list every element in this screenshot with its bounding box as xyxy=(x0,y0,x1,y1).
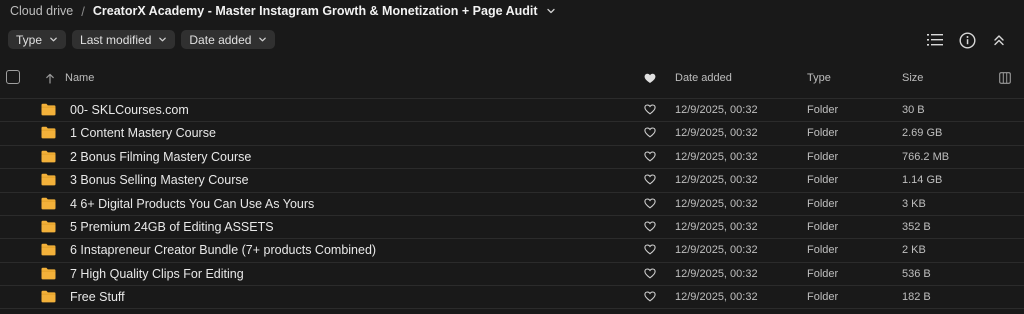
column-header-type[interactable]: Type xyxy=(807,66,831,90)
row-name[interactable]: 2 Bonus Filming Mastery Course xyxy=(70,146,251,168)
breadcrumb: Cloud drive / CreatorX Academy - Master … xyxy=(10,3,556,19)
row-name[interactable]: 7 High Quality Clips For Editing xyxy=(70,263,244,285)
row-type: Folder xyxy=(807,220,839,233)
row-date-added: 12/9/2025, 00:32 xyxy=(675,104,758,116)
row-size: 2 KB xyxy=(902,244,926,257)
table-row[interactable]: 3 Bonus Selling Mastery Course 12/9/2025… xyxy=(0,168,1024,191)
table-row[interactable]: 2 Bonus Filming Mastery Course 12/9/2025… xyxy=(0,144,1024,168)
breadcrumb-current-folder[interactable]: CreatorX Academy - Master Instagram Grow… xyxy=(93,4,538,18)
chevron-down-icon[interactable] xyxy=(546,6,556,16)
row-date-added: 12/9/2025, 00:32 xyxy=(675,244,758,257)
heart-outline-icon[interactable] xyxy=(644,268,656,279)
view-toolbar xyxy=(926,31,1008,49)
row-type: Folder xyxy=(807,267,839,280)
filter-type[interactable]: Type xyxy=(8,30,67,49)
row-name[interactable]: 4 6+ Digital Products You Can Use As You… xyxy=(70,193,314,215)
file-list: 00- SKLCourses.com 12/9/2025, 00:32 Fold… xyxy=(0,98,1024,309)
list-view-icon[interactable] xyxy=(926,31,944,49)
row-date-added: 12/9/2025, 00:32 xyxy=(675,174,758,187)
folder-icon xyxy=(41,197,56,209)
folder-icon xyxy=(41,173,56,186)
row-type: Folder xyxy=(807,197,839,210)
chevron-down-icon xyxy=(49,35,58,44)
row-type: Folder xyxy=(807,291,839,304)
folder-icon xyxy=(41,220,56,233)
row-size: 536 B xyxy=(902,267,931,280)
filter-date-added[interactable]: Date added xyxy=(181,30,276,49)
folder-icon xyxy=(41,103,56,116)
row-type: Folder xyxy=(807,244,839,257)
folder-icon xyxy=(41,150,56,163)
heart-outline-icon[interactable] xyxy=(644,151,656,162)
sort-arrow-up-icon[interactable] xyxy=(45,66,55,90)
row-name[interactable]: 5 Premium 24GB of Editing ASSETS xyxy=(70,216,274,238)
row-date-added: 12/9/2025, 00:32 xyxy=(675,127,758,140)
folder-icon xyxy=(41,127,56,139)
heart-filled-icon[interactable] xyxy=(644,66,656,90)
row-size: 352 B xyxy=(902,220,931,233)
row-type: Folder xyxy=(807,104,839,116)
row-name[interactable]: 3 Bonus Selling Mastery Course xyxy=(70,169,249,191)
columns-icon[interactable] xyxy=(999,66,1011,90)
row-name[interactable]: 00- SKLCourses.com xyxy=(70,99,189,121)
breadcrumb-root[interactable]: Cloud drive xyxy=(10,4,73,18)
filter-bar: Type Last modified Date added xyxy=(8,30,276,49)
table-row[interactable]: 00- SKLCourses.com 12/9/2025, 00:32 Fold… xyxy=(0,98,1024,121)
row-size: 3 KB xyxy=(902,197,926,210)
heart-outline-icon[interactable] xyxy=(644,104,656,115)
chevron-down-icon xyxy=(158,35,167,44)
table-row[interactable]: 5 Premium 24GB of Editing ASSETS 12/9/20… xyxy=(0,214,1024,238)
column-header-name[interactable]: Name xyxy=(65,66,94,90)
heart-outline-icon[interactable] xyxy=(644,127,656,138)
chevron-down-icon xyxy=(258,35,267,44)
row-size: 1.14 GB xyxy=(902,174,943,187)
row-date-added: 12/9/2025, 00:32 xyxy=(675,291,758,304)
table-header: Name Date added Type Size xyxy=(0,66,1024,98)
folder-icon xyxy=(41,290,56,303)
heart-outline-icon[interactable] xyxy=(644,291,656,302)
folder-icon xyxy=(41,267,56,280)
table-row[interactable]: Free Stuff 12/9/2025, 00:32 Folder 182 B xyxy=(0,285,1024,309)
table-row[interactable]: 4 6+ Digital Products You Can Use As You… xyxy=(0,191,1024,215)
filter-date-added-label: Date added xyxy=(189,32,252,47)
row-type: Folder xyxy=(807,150,839,163)
table-row[interactable]: 7 High Quality Clips For Editing 12/9/20… xyxy=(0,261,1024,285)
table-row[interactable]: 1 Content Mastery Course 12/9/2025, 00:3… xyxy=(0,121,1024,144)
heart-outline-icon[interactable] xyxy=(644,221,656,232)
breadcrumb-separator: / xyxy=(81,3,85,19)
row-size: 182 B xyxy=(902,291,931,304)
folder-icon xyxy=(41,244,56,256)
column-header-size[interactable]: Size xyxy=(902,66,923,90)
select-all-checkbox[interactable] xyxy=(6,70,20,84)
row-date-added: 12/9/2025, 00:32 xyxy=(675,197,758,210)
row-date-added: 12/9/2025, 00:32 xyxy=(675,220,758,233)
row-type: Folder xyxy=(807,127,839,140)
column-header-date-added[interactable]: Date added xyxy=(675,66,732,90)
row-date-added: 12/9/2025, 00:32 xyxy=(675,150,758,163)
row-name[interactable]: Free Stuff xyxy=(70,286,125,308)
heart-outline-icon[interactable] xyxy=(644,174,656,185)
row-size: 30 B xyxy=(902,104,925,116)
row-name[interactable]: 1 Content Mastery Course xyxy=(70,122,216,144)
filter-type-label: Type xyxy=(16,32,43,47)
row-name[interactable]: 6 Instapreneur Creator Bundle (7+ produc… xyxy=(70,239,376,261)
filter-last-modified-label: Last modified xyxy=(80,32,152,47)
row-type: Folder xyxy=(807,174,839,187)
row-size: 2.69 GB xyxy=(902,127,943,140)
row-size: 766.2 MB xyxy=(902,150,950,163)
collapse-icon[interactable] xyxy=(990,31,1008,49)
row-date-added: 12/9/2025, 00:32 xyxy=(675,267,758,280)
heart-outline-icon[interactable] xyxy=(644,198,656,209)
heart-outline-icon[interactable] xyxy=(644,244,656,255)
info-icon[interactable] xyxy=(958,31,976,49)
filter-last-modified[interactable]: Last modified xyxy=(72,30,176,49)
table-row[interactable]: 6 Instapreneur Creator Bundle (7+ produc… xyxy=(0,238,1024,261)
